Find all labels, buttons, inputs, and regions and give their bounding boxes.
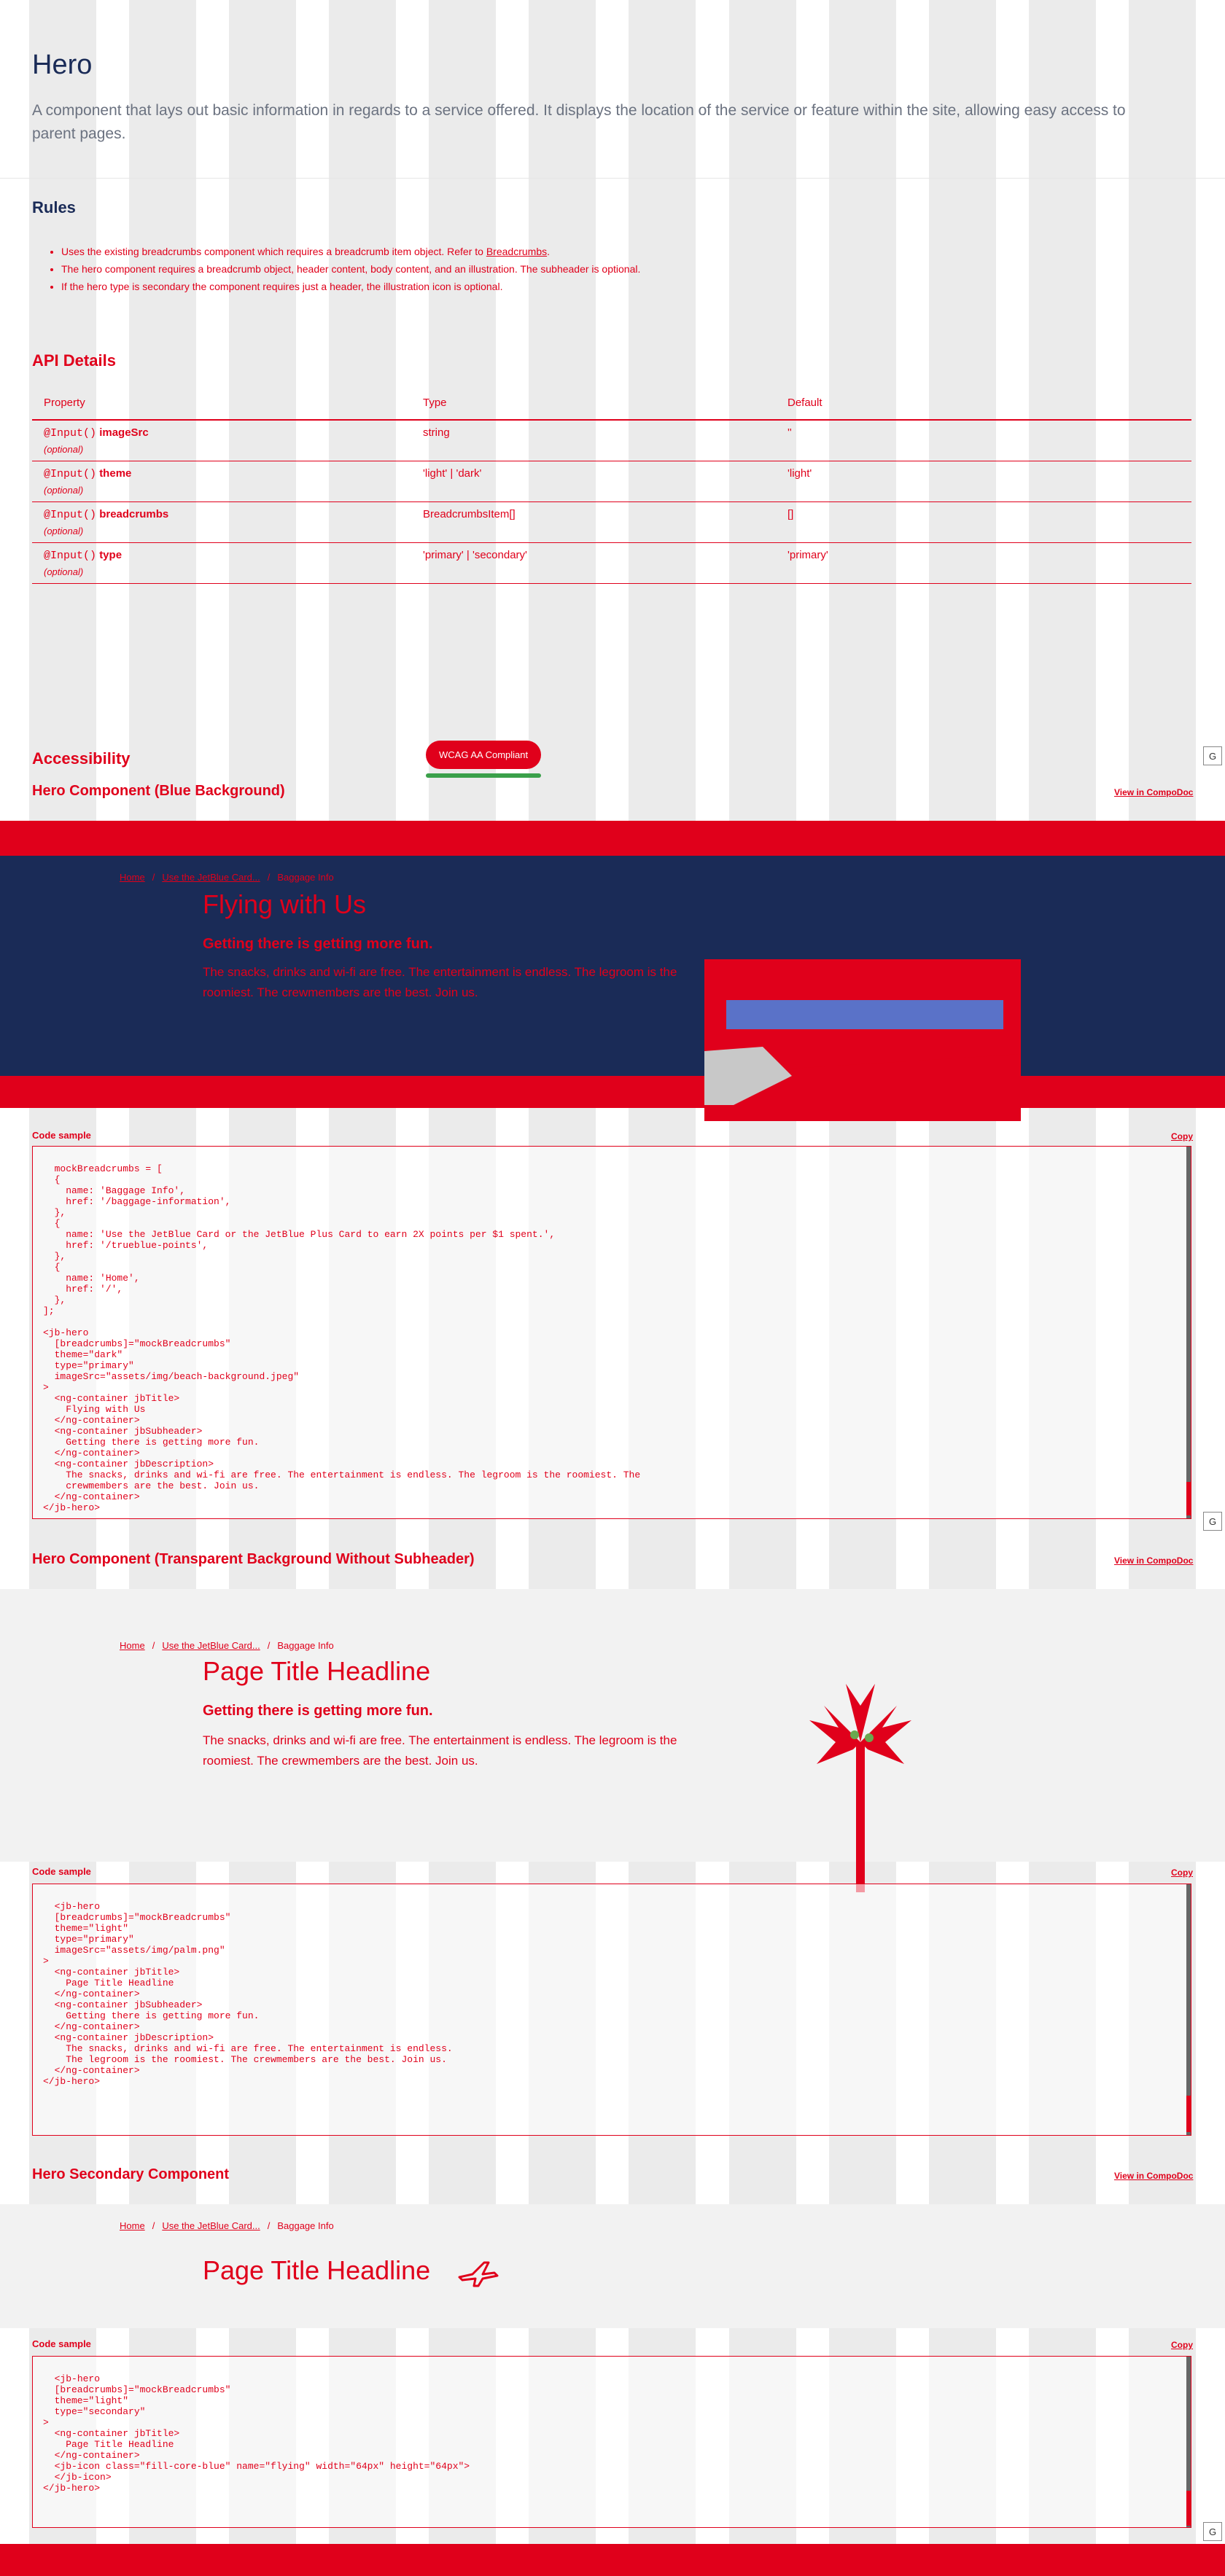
g-badge[interactable]: G [1203, 1512, 1222, 1531]
wcag-badge-bar [426, 773, 542, 778]
rules-item: The hero component requires a breadcrumb… [61, 262, 790, 276]
breadcrumb-home[interactable]: Home [120, 1640, 145, 1651]
property-type: 'light' | 'dark' [411, 461, 776, 502]
code-scrollbar-thumb[interactable] [1186, 2491, 1191, 2526]
api-heading: API Details [32, 351, 116, 370]
hero-top-bar [0, 821, 1225, 856]
hero-subheader: Getting there is getting more fun. [203, 1703, 433, 1719]
code-sample-label: Code sample [32, 2338, 91, 2349]
code-scrollbar-thumb[interactable] [1186, 1482, 1191, 1515]
breadcrumb-card[interactable]: Use the JetBlue Card... [162, 2220, 260, 2231]
code-block[interactable]: mockBreadcrumbs = [ { name: 'Baggage Inf… [32, 1146, 1191, 1519]
property-default: '' [776, 420, 1191, 461]
hero-subheader: Getting there is getting more fun. [203, 936, 433, 952]
property-type: 'primary' | 'secondary' [411, 542, 776, 584]
hero-beach-image [704, 959, 1021, 1121]
section-heading-transparent: Hero Component (Transparent Background W… [32, 1551, 475, 1567]
page-description: A component that lays out basic informat… [32, 102, 1126, 142]
breadcrumb-current: Baggage Info [277, 1640, 334, 1651]
section-heading-secondary: Hero Secondary Component [32, 2166, 230, 2182]
wcag-badge: WCAG AA Compliant [426, 741, 542, 778]
breadcrumb-home[interactable]: Home [120, 2220, 145, 2231]
api-table-header: Property Type Default [32, 386, 1191, 421]
property-default: [] [776, 501, 1191, 543]
breadcrumb: Home / Use the JetBlue Card... / Baggage… [120, 2220, 334, 2231]
property-name: type [99, 549, 122, 561]
section-heading-blue: Hero Component (Blue Background) [32, 783, 285, 799]
rules-heading: Rules [32, 198, 76, 216]
hero-title: Page Title Headline [203, 2255, 431, 2285]
footer-bar [0, 2544, 1225, 2576]
copy-button[interactable]: Copy [1171, 1131, 1193, 1141]
breadcrumb-current: Baggage Info [277, 872, 334, 883]
breadcrumb: Home / Use the JetBlue Card... / Baggage… [120, 872, 334, 883]
rules-item: Uses the existing breadcrumbs component … [61, 245, 790, 258]
code-block[interactable]: <jb-hero [breadcrumbs]="mockBreadcrumbs"… [32, 2356, 1191, 2528]
table-row: @Input() imageSrc (optional) string '' [32, 420, 1191, 461]
hero-bottom-bar [0, 1076, 1225, 1108]
property-default: 'primary' [776, 542, 1191, 584]
hero-light-panel [0, 1589, 1225, 1862]
hero-body: The snacks, drinks and wi-fi are free. T… [203, 965, 677, 999]
rules-list: Uses the existing breadcrumbs component … [61, 245, 790, 297]
property-name: imageSrc [99, 426, 149, 439]
rules-item: If the hero type is secondary the compon… [61, 280, 790, 293]
palm-tree-image [809, 1677, 911, 1892]
breadcrumb-current: Baggage Info [277, 2220, 334, 2231]
property-type: string [411, 420, 776, 461]
code-block[interactable]: <jb-hero [breadcrumbs]="mockBreadcrumbs"… [32, 1884, 1191, 2136]
airplane-icon [458, 2258, 499, 2291]
code-sample-label: Code sample [32, 1130, 91, 1141]
breadcrumbs-link[interactable]: Breadcrumbs [486, 246, 547, 257]
breadcrumb-card[interactable]: Use the JetBlue Card... [162, 872, 260, 883]
compodoc-link[interactable]: View in CompoDoc [1114, 787, 1193, 797]
code-sample-label: Code sample [32, 1866, 91, 1877]
breadcrumb-home[interactable]: Home [120, 872, 145, 883]
hero-body: The snacks, drinks and wi-fi are free. T… [203, 1733, 677, 1768]
property-name: theme [99, 467, 132, 480]
table-row: @Input() type (optional) 'primary' | 'sec… [32, 542, 1191, 584]
column-header: Property [32, 386, 411, 421]
page-title: Hero [32, 50, 93, 80]
compodoc-link[interactable]: View in CompoDoc [1114, 2171, 1193, 2181]
code-scrollbar-thumb[interactable] [1186, 2096, 1191, 2132]
accessibility-heading: Accessibility [32, 749, 131, 768]
property-name: breadcrumbs [99, 508, 169, 520]
table-row: @Input() theme (optional) 'light' | 'dark… [32, 461, 1191, 502]
header-divider [0, 178, 1225, 179]
table-row: @Input() breadcrumbs (optional) Breadcrum… [32, 501, 1191, 543]
code-scrollbar[interactable] [1186, 1147, 1191, 1518]
column-header: Default [776, 386, 1191, 421]
api-table: Property Type Default @Input() imageSrc(… [32, 386, 1191, 584]
property-default: 'light' [776, 461, 1191, 502]
breadcrumb: Home / Use the JetBlue Card... / Baggage… [120, 1640, 334, 1651]
copy-button[interactable]: Copy [1171, 2340, 1193, 2350]
compodoc-link[interactable]: View in CompoDoc [1114, 1556, 1193, 1566]
breadcrumb-card[interactable]: Use the JetBlue Card... [162, 1640, 260, 1651]
g-badge[interactable]: G [1203, 2522, 1222, 2541]
g-badge[interactable]: G [1203, 746, 1222, 765]
property-type: BreadcrumbsItem[] [411, 501, 776, 543]
hero-title: Flying with Us [203, 889, 367, 919]
hero-title: Page Title Headline [203, 1656, 431, 1686]
copy-button[interactable]: Copy [1171, 1867, 1193, 1878]
column-header: Type [411, 386, 776, 421]
